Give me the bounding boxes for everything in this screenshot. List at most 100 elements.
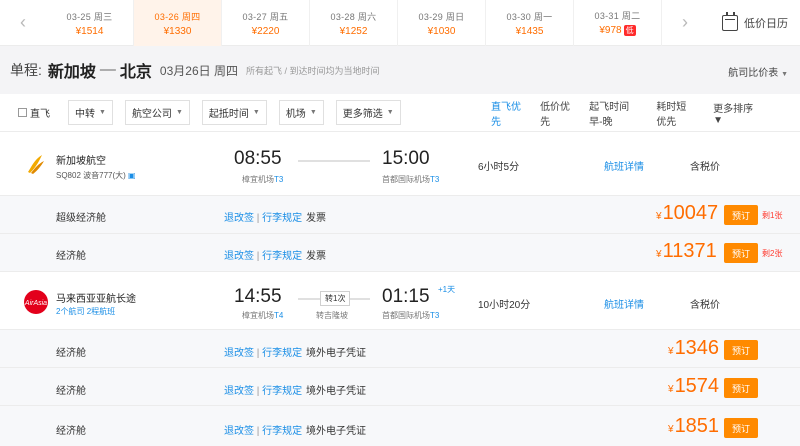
arrival-airport: 首都国际机场: [382, 175, 430, 184]
sort-departure-time[interactable]: 起飞时间早-晚: [589, 98, 638, 128]
travel-date: 03月26日 周四: [159, 63, 238, 78]
sort-direct-first[interactable]: 直飞优先: [491, 98, 522, 128]
filter-more-dropdown[interactable]: 更多筛选 ▼: [335, 100, 401, 125]
weekday-label: 周五: [269, 11, 289, 22]
date-cell[interactable]: 03-31 周二 ¥978 低: [574, 0, 662, 46]
baggage-rules-link[interactable]: 行李规定: [262, 213, 302, 224]
departure-terminal: T3: [274, 175, 284, 184]
arrival-airport: 首都国际机场: [382, 311, 430, 320]
origin-city: 新加坡: [47, 64, 96, 81]
filter-transfer-dropdown[interactable]: 中转 ▼: [68, 100, 113, 125]
date-cell[interactable]: 03-29 周日 ¥1030: [398, 0, 486, 46]
flight-duration: 6小时5分: [478, 162, 520, 173]
date-price: ¥2220: [251, 25, 280, 37]
calendar-icon: [722, 11, 738, 31]
route-bar: 单程: 新加坡 — 北京 03月26日 周四 所有起飞 / 到达时间均为当地时间…: [0, 46, 800, 94]
book-button[interactable]: 预订: [724, 378, 758, 398]
filter-airline-dropdown[interactable]: 航空公司 ▼: [124, 100, 190, 125]
flight-details-link[interactable]: 航班详情: [604, 158, 644, 173]
cabin-row: 经济舱 退改签 | 行李规定 境外电子凭证 ¥1574 预订: [0, 368, 800, 406]
airasia-logo: AirAsia: [24, 290, 48, 314]
chevron-down-icon: ▼: [386, 109, 394, 116]
tax-included-label: 含税价: [690, 300, 720, 311]
date-strip: ‹ 03-25 周三 ¥1514 03-26 周四 ¥1330 03-27 周五…: [0, 0, 800, 46]
flight-details-link[interactable]: 航班详情: [604, 296, 644, 311]
cabin-row: 经济舱 退改签 | 行李规定 发票 ¥11371 预订 剩2张: [0, 234, 800, 272]
change-rules-link[interactable]: 退改签: [224, 386, 254, 397]
sort-shortest-duration[interactable]: 耗时短优先: [656, 98, 695, 128]
departure-airport: 樟宜机场: [242, 175, 274, 184]
multi-airline-link[interactable]: 2个航司: [56, 307, 84, 316]
tax-included-label: 含税价: [690, 162, 720, 173]
departure-time: 08:55: [234, 148, 282, 169]
date-price: ¥978: [599, 25, 622, 37]
date-cell[interactable]: 03-30 周一 ¥1435: [486, 0, 574, 46]
date-label: 03-31: [594, 11, 620, 22]
flight-card-airasia: AirAsia 马来西亚亚航长途 2个航司 2程航班 14:55 樟宜机场T4 …: [0, 272, 800, 330]
chevron-left-icon[interactable]: ‹: [0, 0, 46, 45]
route-dash: —: [99, 61, 116, 78]
chevron-down-icon: ▼: [309, 109, 317, 116]
checkbox-box[interactable]: [18, 108, 27, 117]
ticket-type: 发票: [306, 213, 326, 224]
arrival-time: 01:15: [382, 286, 430, 307]
sort-more[interactable]: 更多排序 ▼: [713, 100, 782, 126]
date-price: ¥1252: [339, 25, 368, 37]
sort-lowest-price[interactable]: 低价优先: [540, 98, 571, 128]
price: ¥10047: [656, 202, 719, 224]
book-button[interactable]: 预订: [724, 243, 758, 263]
low-price-calendar-button[interactable]: 低价日历: [708, 0, 788, 45]
price-value: 10047: [662, 202, 719, 224]
ticket-type: 境外电子凭证: [306, 348, 366, 359]
baggage-rules-link[interactable]: 行李规定: [262, 251, 302, 262]
baggage-rules-link[interactable]: 行李规定: [262, 426, 302, 437]
weekday-label: 周三: [93, 11, 113, 22]
singapore-airlines-logo: [28, 155, 44, 174]
date-label: 03-27: [242, 11, 268, 22]
date-price: ¥1330: [163, 25, 192, 37]
baggage-rules-link[interactable]: 行李规定: [262, 348, 302, 359]
date-cell[interactable]: 03-27 周五 ¥2220: [222, 0, 310, 46]
direct-only-checkbox[interactable]: 直飞: [18, 105, 50, 120]
change-rules-link[interactable]: 退改签: [224, 348, 254, 359]
book-button[interactable]: 预订: [724, 418, 758, 438]
departure-airport: 樟宜机场: [242, 311, 274, 320]
chevron-down-icon: ▼: [175, 109, 183, 116]
change-rules-link[interactable]: 退改签: [224, 213, 254, 224]
flight-number: SQ802 波音777(大): [56, 171, 126, 180]
departure-time: 14:55: [234, 286, 282, 307]
date-label: 03-26: [154, 11, 180, 22]
cabin-class: 经济舱: [56, 251, 86, 262]
airline-name: 马来西亚亚航长途: [56, 294, 136, 305]
weekday-label: 周日: [445, 11, 465, 22]
destination-city: 北京: [119, 64, 152, 81]
book-button[interactable]: 预订: [724, 340, 758, 360]
date-cell[interactable]: 03-28 周六 ¥1252: [310, 0, 398, 46]
filter-airport-dropdown[interactable]: 机场 ▼: [278, 100, 324, 125]
route-line: [298, 160, 370, 162]
date-cell[interactable]: 03-25 周三 ¥1514: [46, 0, 134, 46]
change-rules-link[interactable]: 退改签: [224, 251, 254, 262]
date-label: 03-30: [506, 11, 532, 22]
flight-card-sq802: 新加坡航空 SQ802 波音777(大) ▣ 08:55 樟宜机场T3 15:0…: [0, 132, 800, 196]
aircraft-info-icon[interactable]: ▣: [128, 171, 136, 180]
date-label: 03-25: [66, 11, 92, 22]
baggage-rules-link[interactable]: 行李规定: [262, 386, 302, 397]
date-price: ¥1514: [75, 25, 104, 37]
date-price: ¥1435: [515, 25, 544, 37]
book-button[interactable]: 预订: [724, 205, 758, 225]
chevron-down-icon: ▼: [252, 109, 260, 116]
multi-segment-link[interactable]: 2程航班: [87, 307, 115, 316]
date-price: ¥1030: [427, 25, 456, 37]
arrival-terminal: T3: [430, 175, 440, 184]
date-label: 03-28: [330, 11, 356, 22]
cabin-class: 超级经济舱: [56, 213, 106, 224]
airline-compare-button[interactable]: 航司比价表 ▼: [728, 64, 788, 79]
change-rules-link[interactable]: 退改签: [224, 426, 254, 437]
price-value: 1574: [674, 375, 720, 397]
chevron-right-icon[interactable]: ›: [662, 0, 708, 45]
filter-time-dropdown[interactable]: 起抵时间 ▼: [201, 100, 267, 125]
date-cell-active[interactable]: 03-26 周四 ¥1330: [134, 0, 222, 46]
transfer-badge[interactable]: 转1次: [320, 291, 351, 306]
price-value: 1851: [674, 415, 720, 437]
